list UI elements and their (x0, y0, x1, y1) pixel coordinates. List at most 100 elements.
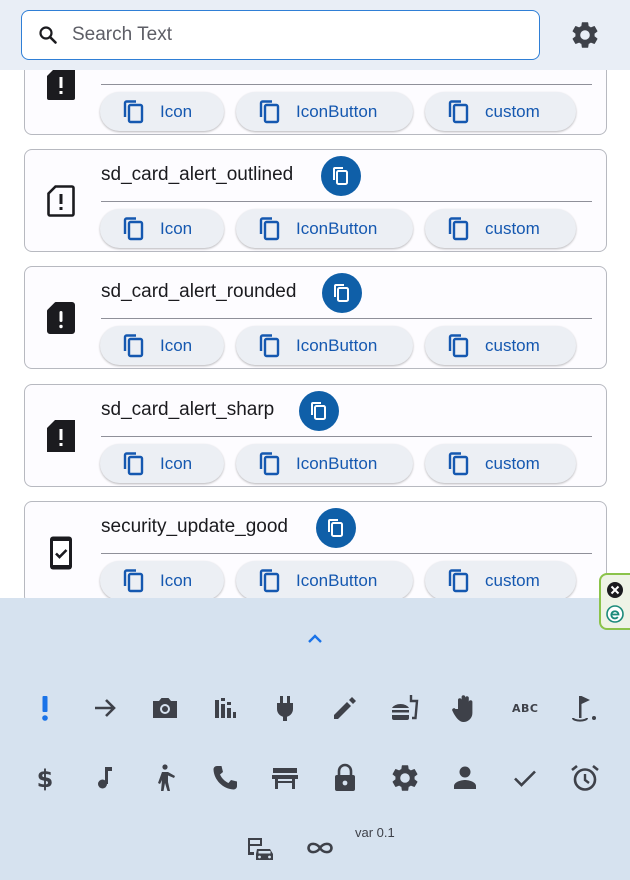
icon-card: sd_card_alert_rounded Icon IconButton cu… (24, 266, 607, 369)
person-pointing-icon[interactable] (149, 762, 181, 794)
copy-icon-code-button[interactable]: Icon (100, 561, 224, 598)
copy-icon (123, 100, 144, 124)
hand-icon[interactable] (449, 692, 481, 724)
chip-label: IconButton (296, 336, 378, 355)
icon-name: sd_card_alert_rounded (101, 281, 297, 302)
copy-custom-code-button[interactable]: custom (425, 326, 576, 365)
plug-icon[interactable] (269, 692, 301, 724)
card-divider (101, 201, 592, 202)
copy-icon (259, 334, 280, 358)
icon-card: sd_card_alert_outlined Icon IconButton c… (24, 149, 607, 252)
icon-list[interactable]: Icon IconButton custom sd_card_alert_out… (0, 0, 630, 598)
copy-iconbutton-code-button[interactable]: IconButton (236, 209, 413, 248)
sd-card-alert-outlined-icon (47, 185, 75, 217)
svg-text:$: $ (37, 765, 54, 793)
top-app-bar (0, 0, 630, 70)
chip-label: custom (485, 336, 540, 355)
icon-name: sd_card_alert_outlined (101, 164, 294, 185)
copy-icon-code-button[interactable]: Icon (100, 92, 224, 131)
copy-icon (448, 569, 469, 593)
copy-name-button[interactable] (321, 156, 361, 196)
chip-label: IconButton (296, 454, 378, 473)
copy-custom-code-button[interactable]: custom (425, 209, 576, 248)
copy-iconbutton-code-button[interactable]: IconButton (236, 326, 413, 365)
fastfood-icon[interactable] (389, 692, 421, 724)
chip-label: custom (485, 219, 540, 238)
bench-icon[interactable] (269, 762, 301, 794)
chip-label: Icon (160, 454, 193, 473)
card-divider (101, 84, 592, 85)
chevron-up-icon[interactable] (303, 628, 327, 648)
settings-button[interactable] (569, 19, 601, 51)
copy-iconbutton-code-button[interactable]: IconButton (236, 92, 413, 131)
golf-icon[interactable] (569, 692, 601, 724)
sd-card-alert-filled-icon (47, 68, 75, 100)
sd-card-alert-rounded-icon (47, 302, 75, 334)
abc-icon[interactable]: ABC (512, 702, 538, 715)
copy-icon (259, 217, 280, 241)
chip-label: Icon (160, 102, 193, 121)
chip-label: Icon (160, 219, 193, 238)
copy-custom-code-button[interactable]: custom (425, 561, 576, 598)
copy-icon (123, 569, 144, 593)
copy-icon (448, 217, 469, 241)
copy-name-button[interactable] (316, 508, 356, 548)
person-icon[interactable] (449, 762, 481, 794)
copy-icon-code-button[interactable]: Icon (100, 444, 224, 483)
copy-icon (448, 100, 469, 124)
copy-icon (448, 334, 469, 358)
sd-card-alert-sharp-icon (47, 420, 75, 452)
close-icon[interactable] (606, 581, 624, 599)
commute-icon[interactable] (244, 832, 276, 864)
chip-label: IconButton (296, 219, 378, 238)
copy-iconbutton-code-button[interactable]: IconButton (236, 444, 413, 483)
check-icon[interactable] (509, 762, 541, 794)
copy-icon-code-button[interactable]: Icon (100, 209, 224, 248)
card-divider (101, 318, 592, 319)
copy-iconbutton-code-button[interactable]: IconButton (236, 561, 413, 598)
chip-label: Icon (160, 571, 193, 590)
icon-name: security_update_good (101, 516, 288, 537)
copy-custom-code-button[interactable]: custom (425, 444, 576, 483)
copy-icon (448, 452, 469, 476)
music-note-icon[interactable] (89, 762, 121, 794)
chip-label: Icon (160, 336, 193, 355)
infinity-icon[interactable] (304, 832, 336, 864)
chip-label: custom (485, 571, 540, 590)
phone-icon[interactable] (209, 762, 241, 794)
extension-logo-icon[interactable] (606, 605, 624, 623)
copy-custom-code-button[interactable]: custom (425, 92, 576, 131)
alarm-icon[interactable] (569, 762, 601, 794)
arrow-forward-icon[interactable] (89, 692, 121, 724)
copy-icon (311, 402, 326, 420)
copy-name-button[interactable] (299, 391, 339, 431)
settings-icon[interactable] (389, 762, 421, 794)
copy-icon (333, 167, 348, 185)
copy-name-button[interactable] (322, 273, 362, 313)
lock-icon[interactable] (329, 762, 361, 794)
category-panel: ABC $ var 0.1 (0, 598, 630, 880)
camera-icon[interactable] (149, 692, 181, 724)
card-divider (101, 553, 592, 554)
copy-icon-code-button[interactable]: Icon (100, 326, 224, 365)
copy-icon (328, 519, 343, 537)
dollar-icon[interactable]: $ (29, 762, 61, 794)
version-label: var 0.1 (355, 825, 395, 840)
search-bar[interactable] (21, 10, 540, 60)
icon-card: security_update_good Icon IconButton cus… (24, 501, 607, 598)
priority-high-icon[interactable] (29, 692, 61, 724)
pencil-icon[interactable] (329, 692, 361, 724)
chart-icon[interactable] (209, 692, 241, 724)
chip-label: IconButton (296, 102, 378, 121)
copy-icon (259, 569, 280, 593)
copy-icon (259, 452, 280, 476)
chip-label: IconButton (296, 571, 378, 590)
copy-icon (123, 217, 144, 241)
chip-label: custom (485, 454, 540, 473)
copy-icon (259, 100, 280, 124)
chip-label: custom (485, 102, 540, 121)
search-input[interactable] (72, 21, 512, 49)
icon-name: sd_card_alert_sharp (101, 399, 275, 420)
extension-widget (599, 573, 630, 630)
copy-icon (334, 284, 349, 302)
